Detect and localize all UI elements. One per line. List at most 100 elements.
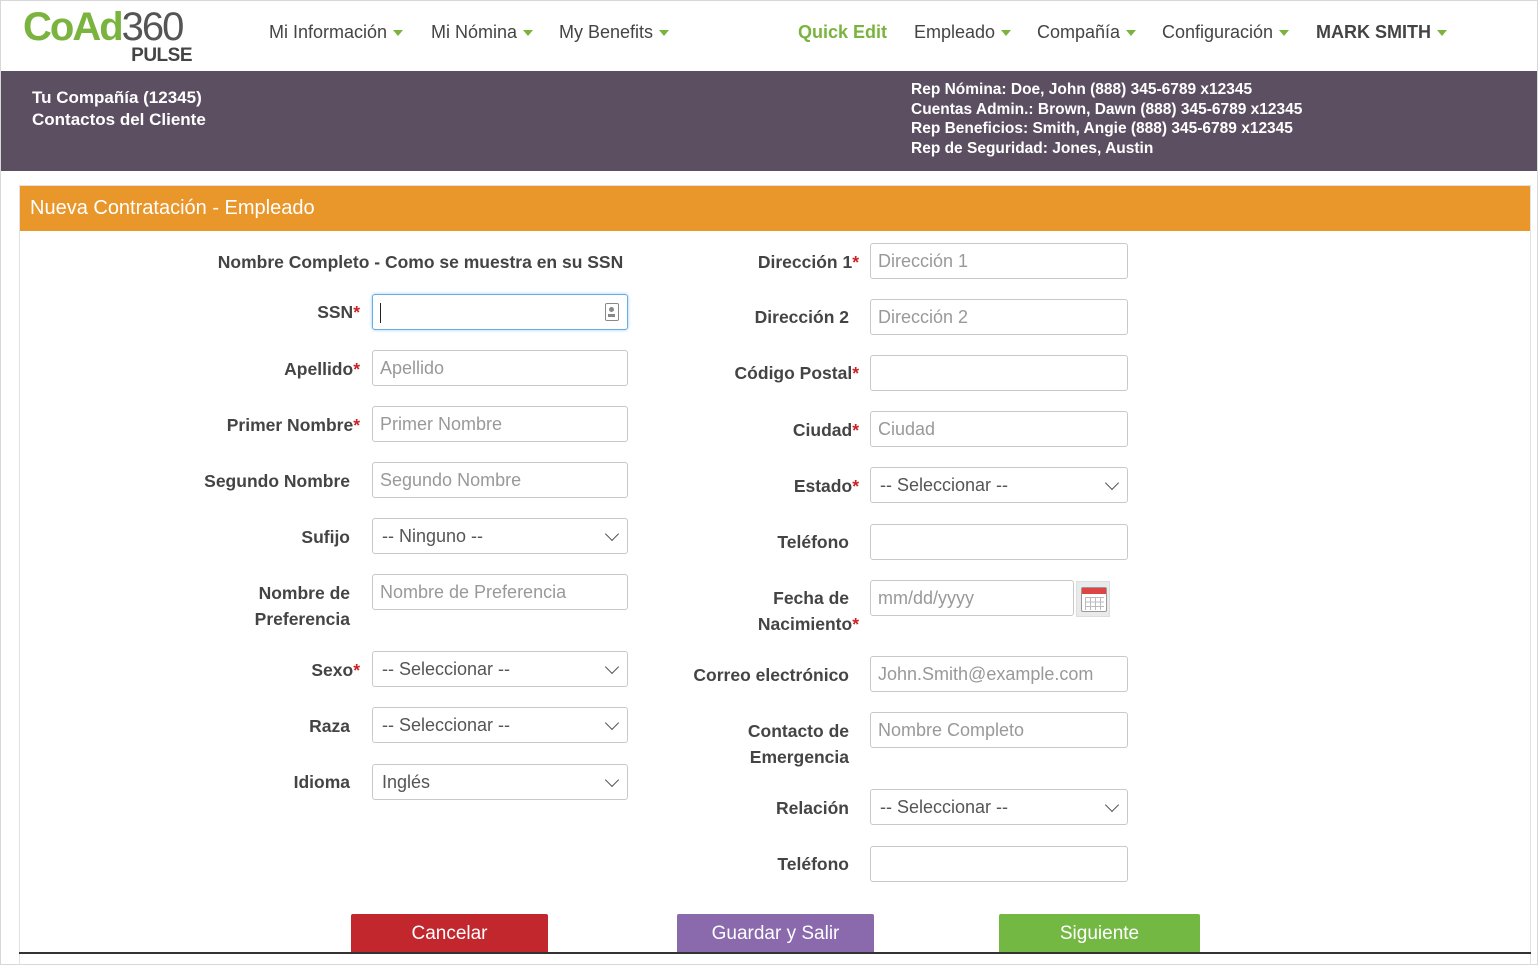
emergency-phone-label: Teléfono [777, 854, 849, 874]
user-menu[interactable]: MARK SMITH [1316, 21, 1447, 43]
panel-title: Nueva Contratación - Empleado [20, 186, 1530, 231]
state-label-text: Estado [793, 476, 853, 496]
preferred-name-label-line2: Preferencia [254, 609, 350, 629]
save-and-exit-button[interactable]: Guardar y Salir [677, 914, 874, 954]
required-mark: * [353, 660, 360, 680]
last-name-input[interactable]: Apellido [372, 350, 628, 386]
language-selected: Inglés [382, 772, 431, 792]
calendar-button[interactable] [1076, 581, 1110, 617]
middle-name-label: Segundo Nombre [204, 471, 350, 491]
caret-down-icon [1279, 30, 1290, 37]
nav-empleado-label: Empleado [914, 22, 996, 42]
dob-label-line2-text: Nacimiento [757, 614, 853, 634]
address1-label: Dirección 1* [651, 249, 859, 275]
state-select[interactable]: -- Seleccionar -- [870, 467, 1128, 503]
nav-mi-informacion[interactable]: Mi Información [269, 21, 404, 43]
required-mark: * [852, 420, 859, 440]
nav-compania[interactable]: Compañía [1037, 21, 1137, 43]
chevron-down-icon [604, 659, 620, 675]
nav-mi-nomina-label: Mi Nómina [431, 22, 518, 42]
emergency-contact-input[interactable]: Nombre Completo [870, 712, 1128, 748]
logo-coad: CoAd [23, 5, 124, 49]
relation-label: Relación [776, 798, 849, 818]
sex-label: Sexo* [161, 657, 360, 683]
caret-down-icon [393, 30, 404, 37]
race-label: Raza [309, 716, 350, 736]
dob-label-line2: Nacimiento* [651, 611, 859, 637]
nav-configuracion-label: Configuración [1162, 22, 1274, 42]
coad360-pulse-logo[interactable]: CoAd360 PULSE [23, 5, 198, 66]
address2-input[interactable]: Dirección 2 [870, 299, 1128, 335]
phone-label: Teléfono [777, 532, 849, 552]
address1-input[interactable]: Dirección 1 [870, 243, 1128, 279]
suffix-select[interactable]: -- Ninguno -- [372, 518, 628, 554]
zip-label-text: Código Postal [734, 363, 853, 383]
logo-wordmark: CoAd360 [23, 5, 185, 49]
race-selected: -- Seleccionar -- [382, 715, 511, 735]
required-mark: * [353, 415, 360, 435]
nav-compania-label: Compañía [1037, 22, 1121, 42]
city-label-text: Ciudad [792, 420, 853, 440]
first-name-input[interactable]: Primer Nombre [372, 406, 628, 442]
contact-card-icon[interactable] [605, 303, 619, 321]
state-selected: -- Seleccionar -- [880, 475, 1009, 495]
ssn-label: SSN* [161, 299, 360, 325]
payroll-rep: Rep Nómina: Doe, John (888) 345-6789 x12… [911, 81, 1253, 98]
company-info: Tu Compañía (12345) Contactos del Client… [32, 87, 206, 131]
chevron-down-icon [604, 715, 620, 731]
nav-mi-nomina[interactable]: Mi Nómina [431, 21, 534, 43]
address1-label-text: Dirección 1 [757, 252, 853, 272]
text-cursor [380, 303, 381, 323]
email-label: Correo electrónico [693, 665, 849, 685]
race-select[interactable]: -- Seleccionar -- [372, 707, 628, 743]
chevron-down-icon [604, 526, 620, 542]
client-contacts-band: Tu Compañía (12345) Contactos del Client… [1, 71, 1537, 171]
relation-selected: -- Seleccionar -- [880, 797, 1009, 817]
top-navigation: CoAd360 PULSE Mi Información Mi Nómina M… [1, 1, 1537, 71]
next-button[interactable]: Siguiente [999, 914, 1200, 954]
last-name-label-text: Apellido [284, 359, 354, 379]
preferred-name-input[interactable]: Nombre de Preferencia [372, 574, 628, 610]
required-mark: * [353, 302, 360, 322]
sex-label-text: Sexo [311, 660, 354, 680]
dob-label: Fecha de Nacimiento* [651, 585, 859, 637]
chevron-down-icon [1104, 797, 1120, 813]
state-label: Estado* [651, 473, 859, 499]
caret-down-icon [659, 30, 670, 37]
middle-name-input[interactable]: Segundo Nombre [372, 462, 628, 498]
suffix-selected: -- Ninguno -- [382, 526, 484, 546]
cancel-button[interactable]: Cancelar [351, 914, 548, 954]
first-name-label: Primer Nombre* [161, 412, 360, 438]
client-contacts-link[interactable]: Contactos del Cliente [32, 109, 206, 131]
calendar-icon [1081, 587, 1107, 612]
language-select[interactable]: Inglés [372, 764, 628, 800]
address2-label: Dirección 2 [754, 307, 849, 327]
nav-quick-edit[interactable]: Quick Edit [798, 21, 887, 43]
caret-down-icon [523, 30, 534, 37]
first-name-label-text: Primer Nombre [226, 415, 354, 435]
calendar-icon-header [1082, 588, 1106, 594]
ssn-input[interactable] [372, 294, 628, 330]
emergency-contact-label-line2: Emergencia [749, 747, 849, 767]
ssn-label-text: SSN [317, 302, 354, 322]
dob-input[interactable]: mm/dd/yyyy [870, 580, 1074, 616]
city-input[interactable]: Ciudad [870, 411, 1128, 447]
relation-select[interactable]: -- Seleccionar -- [870, 789, 1128, 825]
phone-input[interactable] [870, 524, 1128, 560]
emergency-contact-label: Contacto de Emergencia [641, 718, 849, 770]
emergency-phone-input[interactable] [870, 846, 1128, 882]
nav-configuracion[interactable]: Configuración [1162, 21, 1290, 43]
nav-empleado[interactable]: Empleado [914, 21, 1012, 43]
user-name: MARK SMITH [1316, 22, 1431, 42]
email-input[interactable]: John.Smith@example.com [870, 656, 1128, 692]
required-mark: * [852, 363, 859, 383]
sex-select[interactable]: -- Seleccionar -- [372, 651, 628, 687]
nav-my-benefits[interactable]: My Benefits [559, 21, 670, 43]
calendar-icon-grid [1085, 597, 1104, 610]
admin-accounts-rep: Cuentas Admin.: Brown, Dawn (888) 345-67… [911, 100, 1303, 118]
nav-mi-informacion-label: Mi Información [269, 22, 388, 42]
zip-input[interactable] [870, 355, 1128, 391]
logo-360: 360 [121, 5, 185, 49]
rep-contacts: Rep Nómina: Doe, John (888) 345-6789 x12… [911, 80, 1302, 158]
preferred-name-label: Nombre de Preferencia [151, 580, 350, 632]
